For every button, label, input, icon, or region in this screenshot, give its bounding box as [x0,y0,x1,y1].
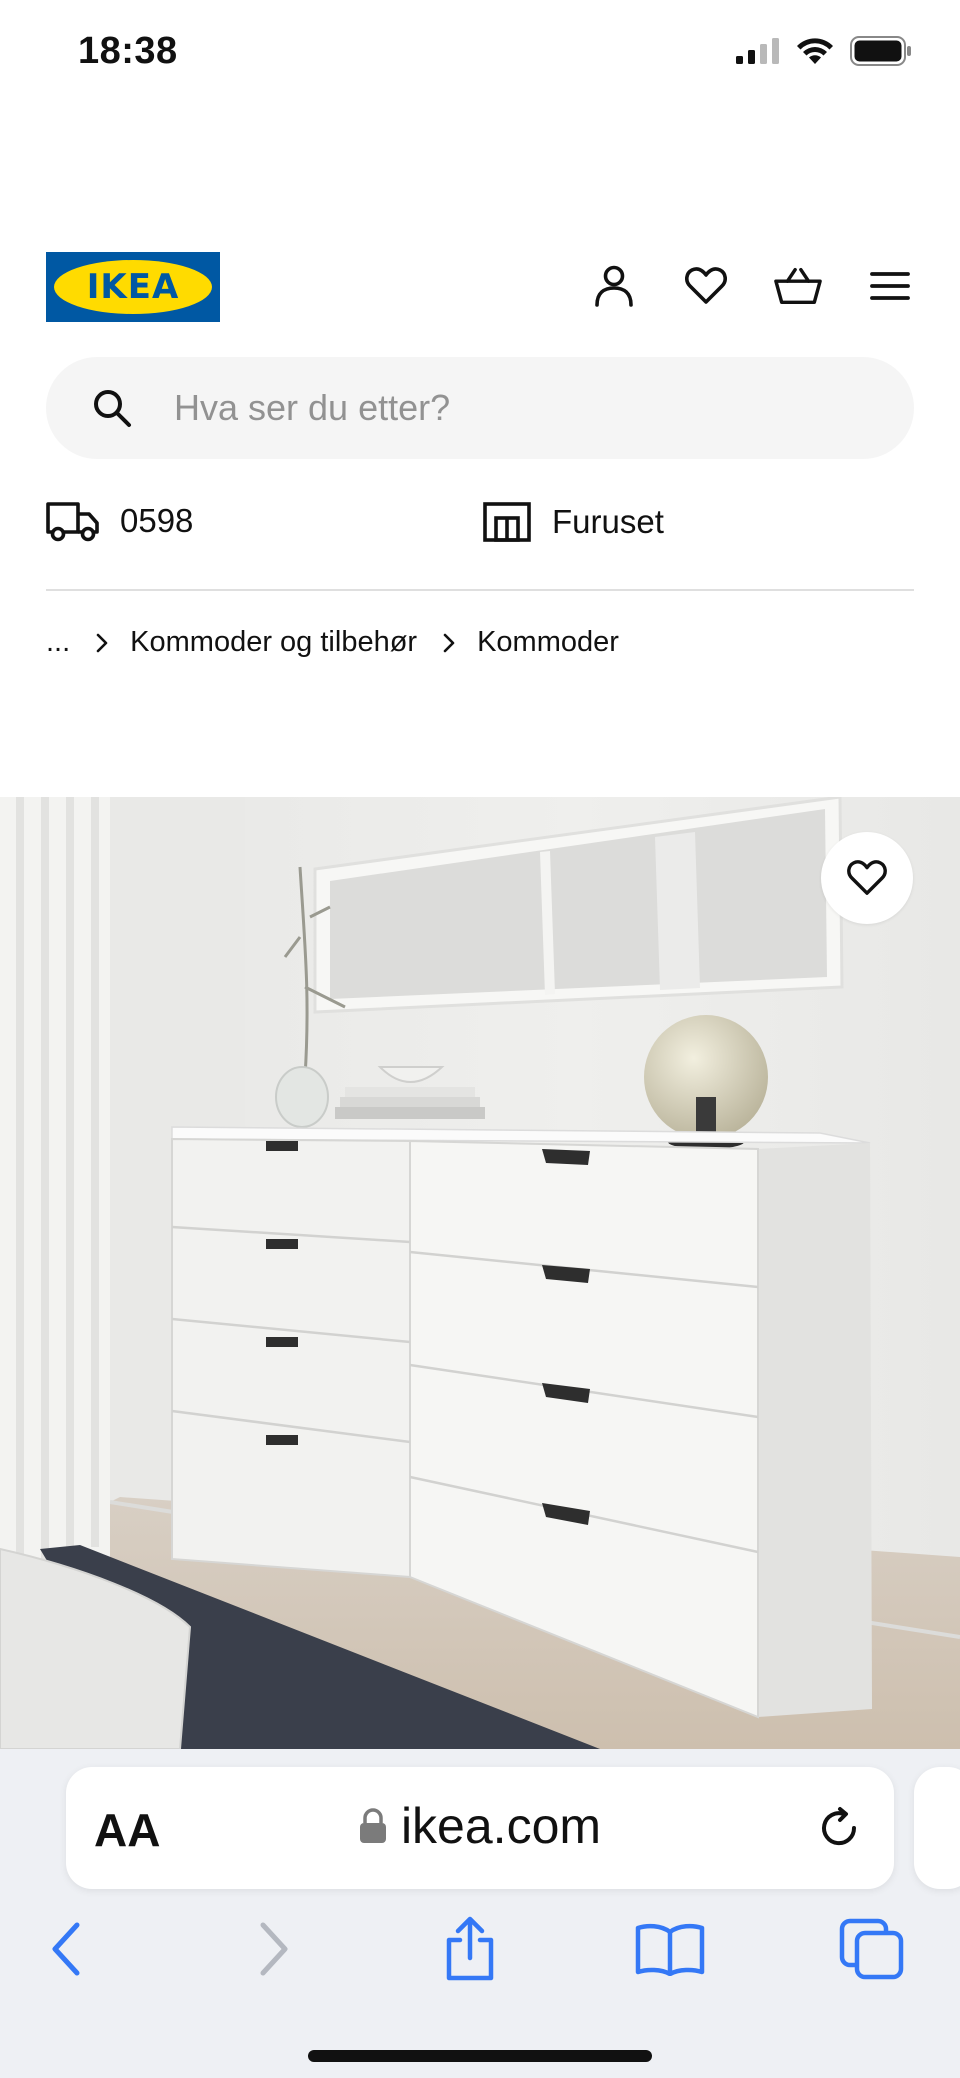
lock-icon [359,1808,386,1843]
delivery-postcode[interactable]: 0598 [46,500,193,542]
bookmarks-button[interactable] [630,1909,710,1989]
location-row: 0598 Furuset [46,500,914,550]
home-indicator [308,2050,652,2062]
logo-text: IKEA [86,267,180,307]
url-display[interactable]: ikea.com [66,1797,894,1855]
search-icon [90,386,134,430]
reload-button[interactable] [812,1801,866,1855]
site-header: IKEA [46,252,914,324]
forward-button[interactable] [234,1909,314,1989]
chevron-right-icon [96,633,108,653]
chevron-left-icon [52,1922,80,1976]
chevron-right-icon [443,633,455,653]
store-selector[interactable]: Furuset [482,500,664,544]
search-bar[interactable] [46,357,914,459]
heart-icon [847,860,887,895]
breadcrumb-item-kommoder[interactable]: Kommoder [477,626,619,659]
chevron-right-icon [260,1922,288,1976]
menu-icon [870,272,910,300]
tabs-button[interactable] [832,1909,912,1989]
logo-oval: IKEA [54,260,212,314]
heart-icon [685,267,727,304]
store-name: Furuset [552,503,664,540]
basket-button[interactable] [774,262,822,310]
account-button[interactable] [590,262,638,310]
url-text: ikea.com [400,1798,602,1854]
search-input[interactable] [174,387,854,429]
book-icon [635,1923,705,1976]
cellular-signal-icon [736,38,779,64]
user-icon [595,265,633,307]
wifi-icon [797,38,833,64]
divider [46,589,914,591]
add-to-favourites-button[interactable] [821,832,913,924]
favourites-button[interactable] [682,262,730,310]
share-button[interactable] [430,1909,510,1989]
breadcrumb-item-kommoder-og-tilbehor[interactable]: Kommoder og tilbehør [130,626,417,659]
back-button[interactable] [26,1909,106,1989]
menu-button[interactable] [866,262,914,310]
truck-icon [46,502,99,542]
next-tab-peek[interactable] [914,1767,960,1889]
dresser-illustration [0,797,960,1749]
breadcrumb-ellipsis[interactable]: ... [46,626,70,659]
basket-icon [774,267,822,305]
status-time: 18:38 [78,30,178,72]
status-bar: 18:38 [0,0,960,110]
share-icon [446,1916,494,1981]
battery-icon [850,36,911,66]
breadcrumb: ... Kommoder og tilbehør Kommoder [46,626,619,659]
browser-toolbar [0,1909,960,1989]
browser-bottom-bar: AA ikea.com [0,1749,960,2078]
status-icons [736,36,912,66]
address-bar[interactable]: AA ikea.com [66,1767,894,1889]
reload-icon [822,1807,857,1846]
header-icons [590,262,914,310]
store-icon [483,502,531,542]
product-image[interactable] [0,797,960,1749]
ikea-logo[interactable]: IKEA [46,252,220,322]
tabs-icon [839,1918,904,1980]
postcode-text: 0598 [120,502,194,539]
